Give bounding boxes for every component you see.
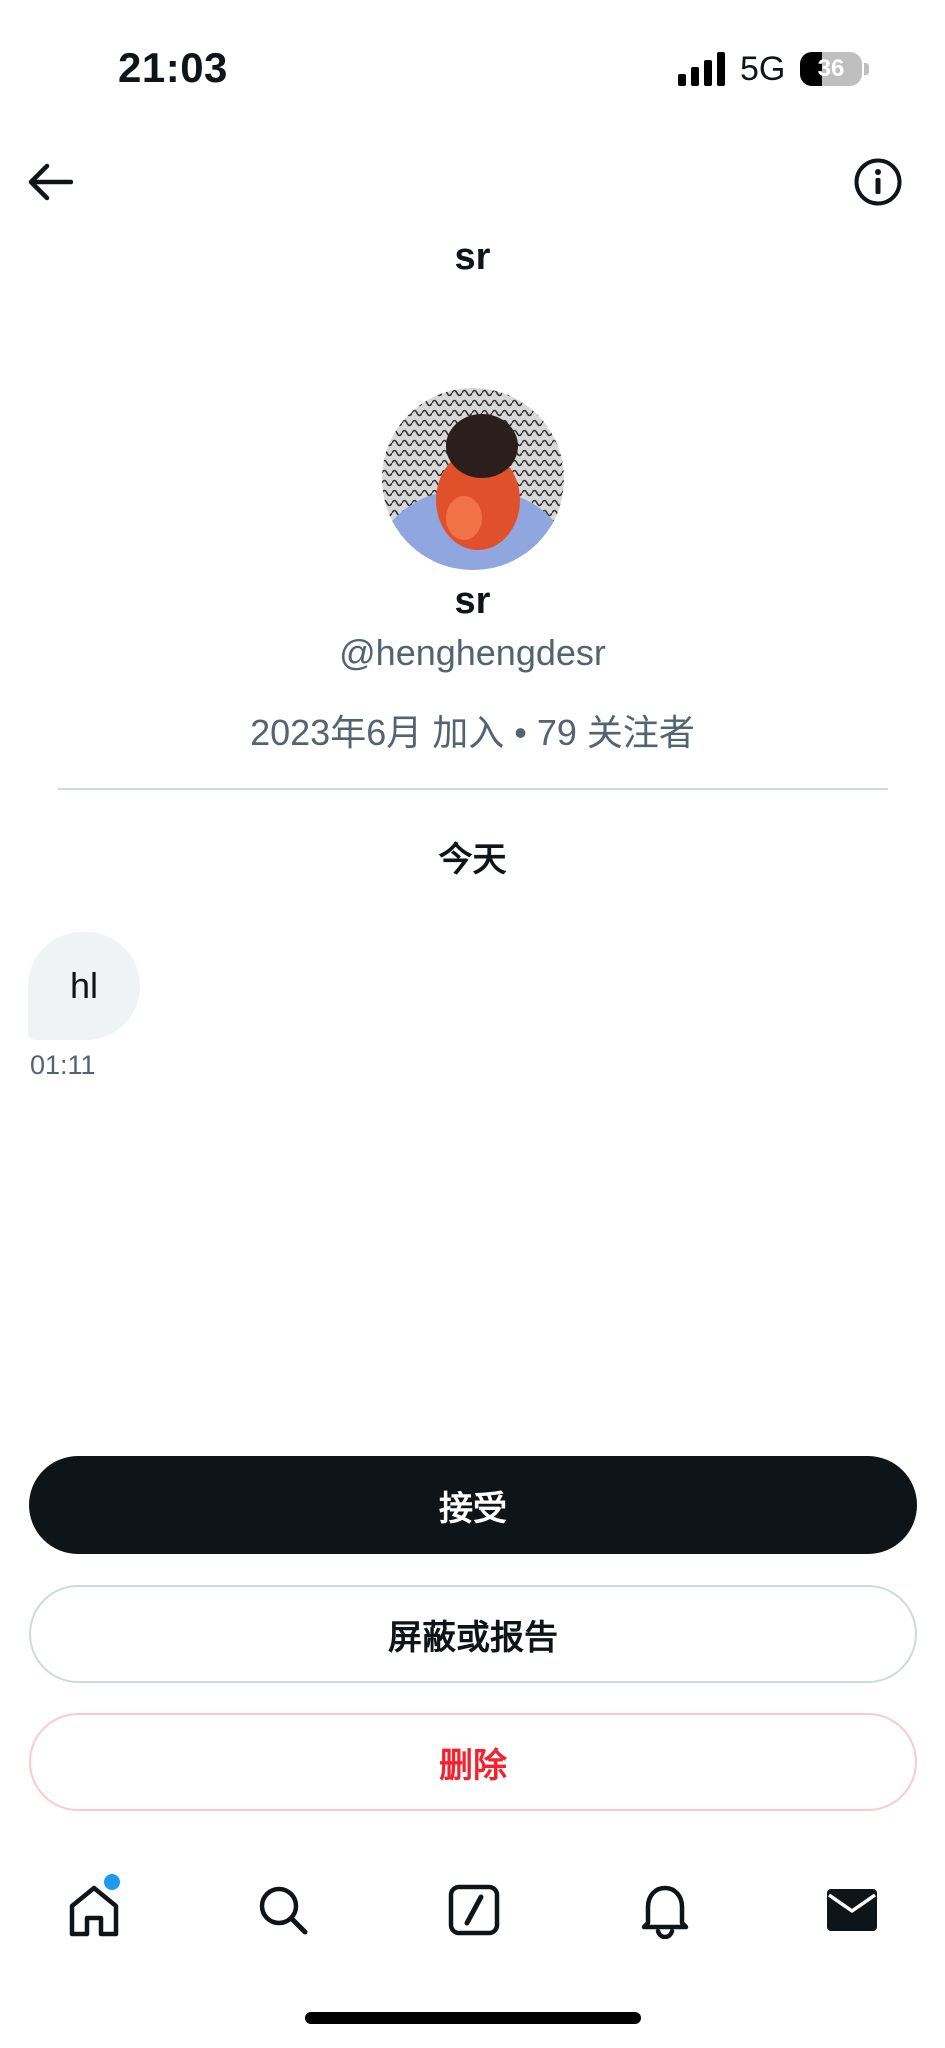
bell-icon [641,1885,689,1939]
status-time: 21:03 [118,44,228,91]
signal-icon [678,52,725,86]
divider [58,788,888,790]
back-button[interactable] [22,154,78,210]
block-or-report-button[interactable]: 屏蔽或报告 [29,1585,917,1683]
info-icon [854,158,902,206]
tab-search[interactable] [243,1870,323,1950]
message-time: 01:11 [30,1050,96,1080]
delete-button[interactable]: 删除 [29,1713,917,1811]
network-label: 5G [740,50,786,88]
avatar[interactable] [382,388,564,570]
mail-icon [827,1889,877,1931]
compose-icon [448,1884,500,1936]
avatar-image [382,388,564,570]
search-icon [259,1886,308,1935]
profile-meta: 2023年6月 加入 • 79 关注者 [250,712,695,753]
tab-notifications[interactable] [625,1870,705,1950]
battery-percent: 36 [817,55,845,82]
message-bubble[interactable]: hl [28,932,140,1040]
battery-cap [864,63,869,75]
tab-messages[interactable] [812,1870,892,1950]
info-button[interactable] [850,154,906,210]
tab-compose[interactable] [434,1870,514,1950]
status-bar: 21:03 5G 36 [0,0,945,140]
bottom-tab-bar [0,1860,945,1960]
battery-icon: 36 [800,52,862,86]
dm-request-screen: 21:03 5G 36 sr sr @henghengdesr 2023年6月 … [0,0,945,2048]
tab-home[interactable] [54,1870,134,1950]
conversation-title: sr [454,236,491,278]
date-separator: 今天 [438,841,507,879]
profile-name: sr [454,580,491,622]
home-indicator[interactable] [305,2012,641,2024]
profile-handle: @henghengdesr [339,632,606,673]
accept-button[interactable]: 接受 [29,1456,917,1554]
back-arrow-icon [28,163,73,201]
home-badge-dot [104,1874,120,1890]
